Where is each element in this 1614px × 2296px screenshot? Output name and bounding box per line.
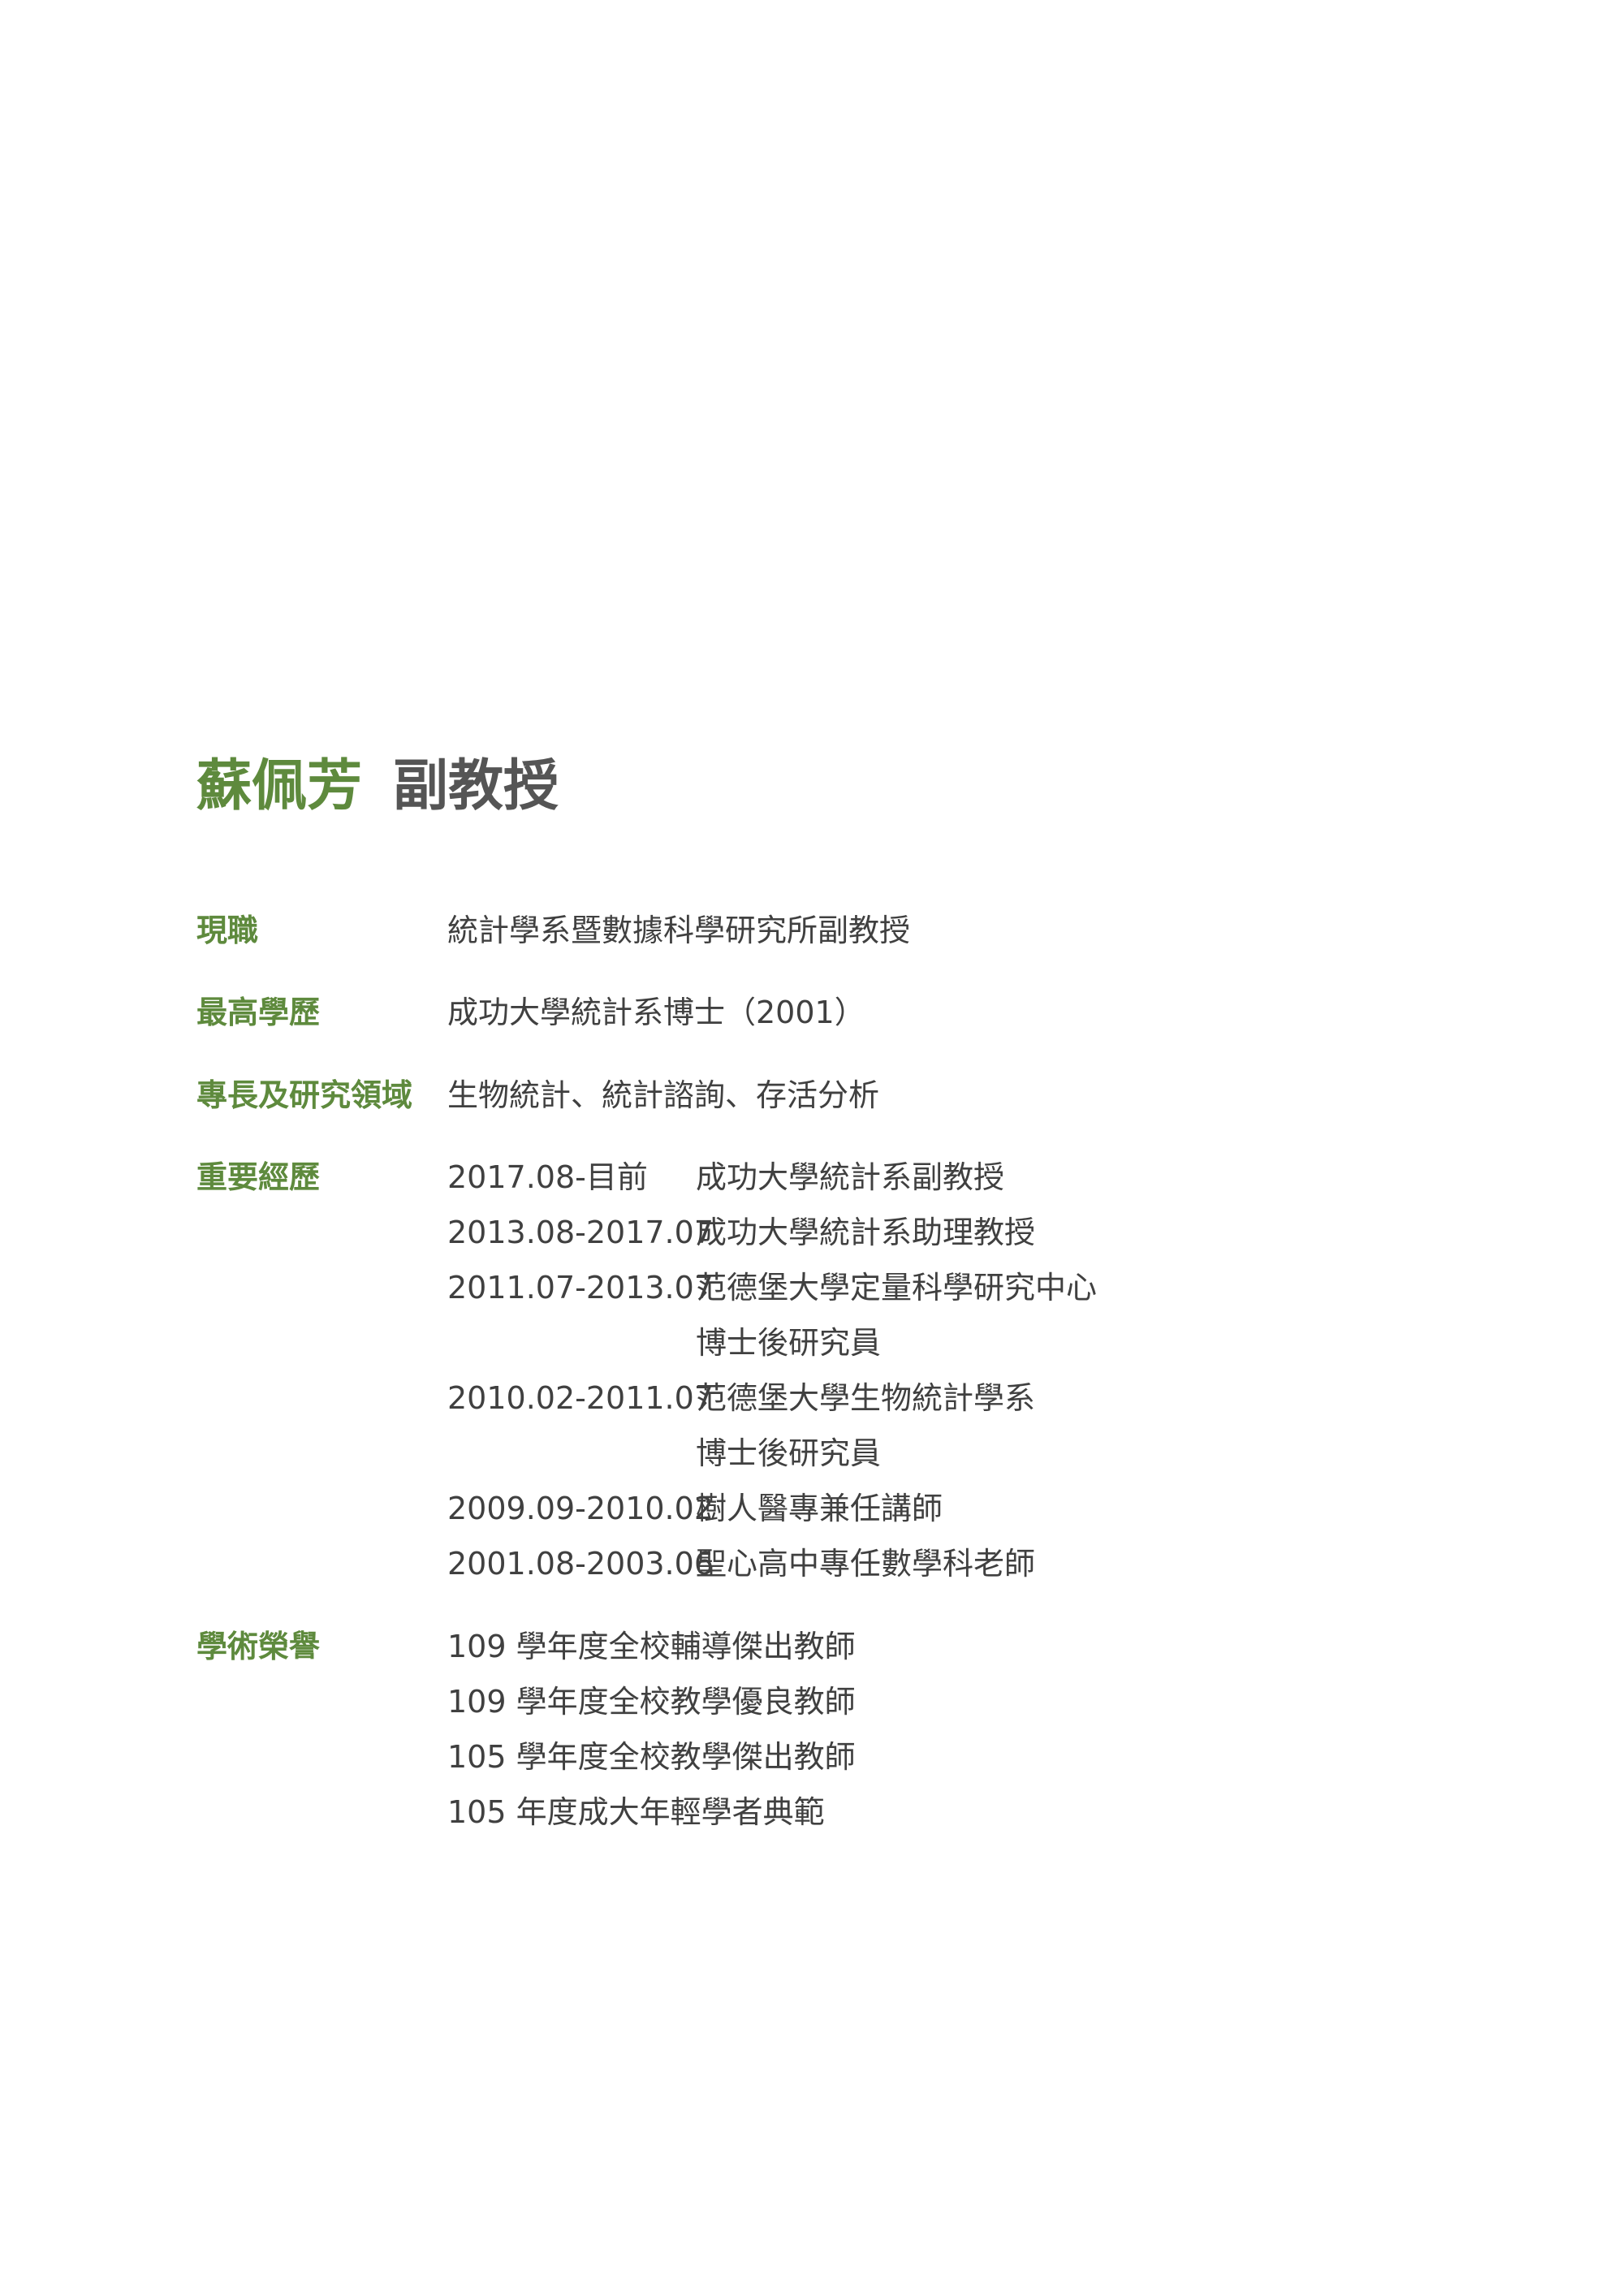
experience-row: 2001.08-2003.06 聖心高中專任數學科老師	[447, 1536, 1097, 1591]
experience-period: 2017.08-目前	[447, 1159, 648, 1195]
experience-description: 范德堡大學生物統計學系	[696, 1380, 1036, 1416]
current-position-value: 統計學系暨數據科學研究所副教授	[447, 913, 911, 948]
experience-description: 聖心高中專任數學科老師	[696, 1546, 1036, 1582]
experience-description-continued: 博士後研究員	[696, 1325, 882, 1361]
current-position-label: 現職	[196, 913, 259, 948]
experience-row: 2011.07-2013.07 范德堡大學定量科學研究中心 博士後研究員	[447, 1260, 1097, 1370]
experience-row: 2013.08-2017.07 成功大學統計系助理教授	[447, 1205, 1097, 1260]
experience-description: 成功大學統計系助理教授	[696, 1215, 1036, 1250]
highest-degree-label: 最高學歷	[196, 995, 321, 1030]
faculty-rank: 副教授	[393, 753, 559, 818]
experience-description: 樹人醫專兼任講師	[696, 1491, 943, 1526]
expertise-label: 專長及研究領域	[196, 1077, 413, 1113]
experience-period: 2009.09-2010.02	[447, 1491, 714, 1526]
faculty-name: 蘇佩芳	[196, 753, 363, 818]
experience-list: 2017.08-目前 成功大學統計系副教授 2013.08-2017.07 成功…	[447, 1150, 1097, 1591]
experience-row: 2017.08-目前 成功大學統計系副教授	[447, 1150, 1097, 1205]
honors-list: 109 學年度全校輔導傑出教師 109 學年度全校教學優良教師 105 學年度全…	[447, 1619, 856, 1840]
highest-degree-value: 成功大學統計系博士（2001）	[447, 995, 865, 1030]
experience-period: 2011.07-2013.07	[447, 1270, 714, 1306]
page-title: 蘇佩芳 副教授	[196, 745, 559, 826]
experience-description: 范德堡大學定量科學研究中心	[696, 1270, 1098, 1306]
experience-description: 成功大學統計系副教授	[696, 1159, 1005, 1195]
expertise-value: 生物統計、統計諮詢、存活分析	[447, 1077, 880, 1113]
experience-row: 2009.09-2010.02 樹人醫專兼任講師	[447, 1481, 1097, 1536]
experience-description-continued: 博士後研究員	[696, 1435, 882, 1471]
honor-item: 105 年度成大年輕學者典範	[447, 1794, 825, 1830]
honor-item: 109 學年度全校輔導傑出教師	[447, 1629, 856, 1664]
experience-period: 2001.08-2003.06	[447, 1546, 714, 1582]
honors-label: 學術榮譽	[196, 1629, 321, 1664]
experience-row: 2010.02-2011.07 范德堡大學生物統計學系 博士後研究員	[447, 1370, 1097, 1481]
honor-item: 105 學年度全校教學傑出教師	[447, 1739, 856, 1775]
experience-period: 2013.08-2017.07	[447, 1215, 714, 1250]
experience-label: 重要經歷	[196, 1159, 321, 1195]
experience-period: 2010.02-2011.07	[447, 1380, 714, 1416]
honor-item: 109 學年度全校教學優良教師	[447, 1684, 856, 1720]
